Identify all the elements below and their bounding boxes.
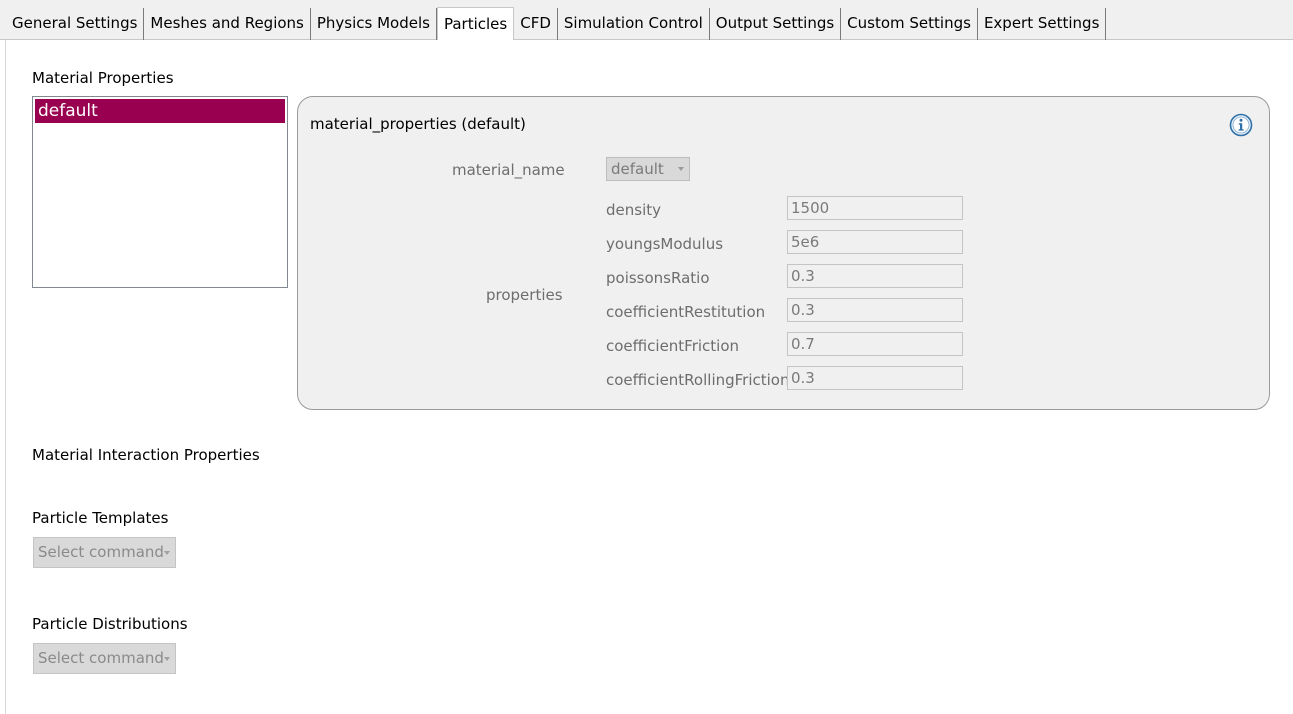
youngs-modulus-field[interactable] <box>787 230 963 254</box>
property-name-coefficient-rolling-friction: coefficientRollingFriction <box>606 371 790 389</box>
poissons-ratio-field[interactable] <box>787 264 963 288</box>
material-list[interactable]: default <box>32 96 288 288</box>
material-name-value: default <box>611 160 664 178</box>
properties-label: properties <box>486 286 563 304</box>
coefficient-rolling-friction-field[interactable] <box>787 366 963 390</box>
tab-general-settings[interactable]: General Settings <box>6 8 145 40</box>
particle-distributions-command-placeholder: Select command <box>38 649 164 667</box>
density-field[interactable] <box>787 196 963 220</box>
tab-expert-settings[interactable]: Expert Settings <box>978 8 1107 40</box>
info-icon[interactable] <box>1229 113 1253 137</box>
particles-settings-window: General Settings Meshes and Regions Phys… <box>0 0 1293 714</box>
coefficient-restitution-field[interactable] <box>787 298 963 322</box>
tab-meshes-and-regions[interactable]: Meshes and Regions <box>144 8 311 40</box>
material-properties-panel: material_properties (default) material_n… <box>297 96 1270 410</box>
tab-physics-models[interactable]: Physics Models <box>311 8 437 40</box>
chevron-down-icon <box>164 551 170 555</box>
tab-output-settings[interactable]: Output Settings <box>710 8 842 40</box>
chevron-down-icon <box>164 657 170 661</box>
property-name-coefficient-friction: coefficientFriction <box>606 337 740 355</box>
content-left-border <box>5 40 6 714</box>
tab-simulation-control[interactable]: Simulation Control <box>558 8 710 40</box>
panel-title: material_properties (default) <box>310 115 526 133</box>
particle-templates-command-placeholder: Select command <box>38 543 164 561</box>
material-properties-label: Material Properties <box>32 69 174 87</box>
tab-particles[interactable]: Particles <box>436 7 515 40</box>
property-name-coefficient-restitution: coefficientRestitution <box>606 303 766 321</box>
property-name-density: density <box>606 201 661 219</box>
particle-distributions-label: Particle Distributions <box>32 615 188 633</box>
property-name-poissons-ratio: poissonsRatio <box>606 269 710 287</box>
material-name-combo[interactable]: default <box>606 157 690 181</box>
tab-list: General Settings Meshes and Regions Phys… <box>6 7 1107 40</box>
tab-custom-settings[interactable]: Custom Settings <box>841 8 978 40</box>
particle-templates-command-combo[interactable]: Select command <box>33 537 176 568</box>
particle-distributions-command-combo[interactable]: Select command <box>33 643 176 674</box>
material-list-item-default[interactable]: default <box>35 99 285 123</box>
particle-templates-label: Particle Templates <box>32 509 169 527</box>
coefficient-friction-field[interactable] <box>787 332 963 356</box>
material-name-label: material_name <box>452 161 565 179</box>
tab-cfd[interactable]: CFD <box>514 8 558 40</box>
tab-bar: General Settings Meshes and Regions Phys… <box>0 0 1293 40</box>
property-name-youngs-modulus: youngsModulus <box>606 235 724 253</box>
material-interaction-properties-label: Material Interaction Properties <box>32 446 260 464</box>
chevron-down-icon <box>678 167 684 171</box>
